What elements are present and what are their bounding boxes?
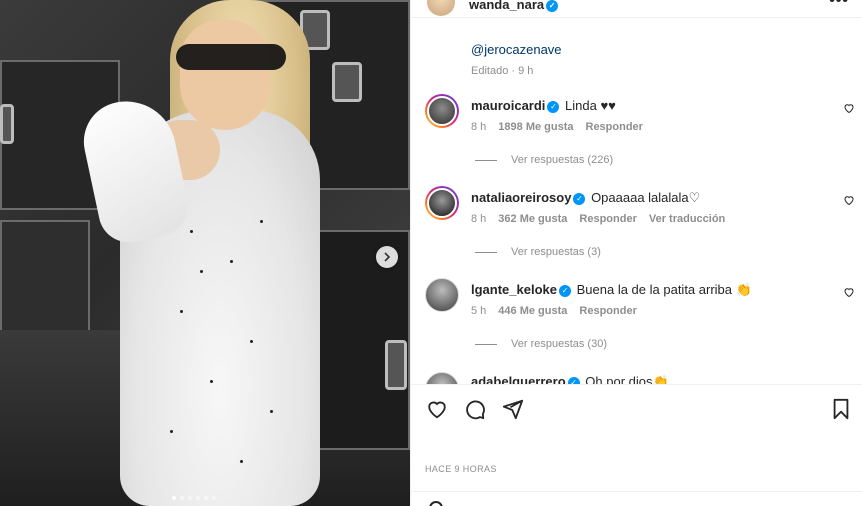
comment-text: Buena la de la patita arriba 👏 (576, 282, 752, 297)
carousel-indicator (172, 496, 216, 500)
caption-edited-time: Editado · 9 h (471, 65, 534, 77)
chevron-right-icon (384, 252, 391, 262)
case-latch (385, 340, 407, 390)
verified-badge-icon: ✓ (573, 192, 586, 205)
commenter-avatar[interactable] (425, 186, 459, 220)
carousel-dot (188, 496, 192, 500)
commenter-avatar[interactable] (425, 372, 459, 384)
verified-badge-icon: ✓ (567, 376, 580, 384)
comment-likes[interactable]: 446 Me gusta (498, 305, 567, 317)
reply-button[interactable]: Responder (579, 305, 636, 317)
caption-mention[interactable]: @jerocazenave (471, 42, 562, 57)
verified-badge-icon: ✓ (559, 284, 571, 297)
carousel-dot (196, 496, 200, 500)
post-header: wanda_nara ✓ ••• (411, 0, 862, 18)
author-name[interactable]: wanda_nara (469, 0, 544, 12)
divider (411, 491, 862, 492)
comment-time: 8 h (471, 121, 487, 133)
comment-time: 5 h (471, 305, 487, 317)
carousel-dot (204, 496, 208, 500)
author-avatar[interactable] (427, 0, 455, 16)
heart-icon[interactable] (843, 102, 855, 117)
author-username[interactable]: wanda_nara ✓ (469, 0, 559, 12)
view-replies-label[interactable]: Ver respuestas (3) (511, 246, 601, 258)
view-replies-button[interactable]: Ver respuestas (3) (475, 246, 601, 258)
commenter-username[interactable]: lgante_keloke (471, 282, 557, 297)
post-actions: HACE 9 HORAS (411, 384, 862, 506)
share-icon[interactable] (501, 397, 525, 421)
view-replies-label[interactable]: Ver respuestas (30) (511, 338, 607, 350)
emoji-icon[interactable] (429, 501, 443, 506)
view-replies-button[interactable]: Ver respuestas (30) (475, 338, 607, 350)
comment-partial: adabelguerrero ✓ Oh por dios👏 (411, 366, 862, 384)
model-face (180, 20, 270, 130)
commenter-username[interactable]: adabelguerrero (471, 374, 566, 384)
case-latch (332, 62, 362, 102)
heart-icon[interactable] (843, 286, 855, 301)
carousel-next-button[interactable] (376, 246, 398, 268)
post-time-ago[interactable]: HACE 9 HORAS (425, 464, 497, 474)
comment-time: 8 h (471, 213, 487, 225)
comment-text: Opaaaaa lalalala♡ (591, 190, 701, 205)
heart-icon[interactable] (843, 194, 855, 209)
comment-meta: 8 h 362 Me gusta Responder Ver traducció… (471, 213, 725, 225)
equipment-case (0, 220, 90, 340)
case-latch (0, 104, 14, 144)
translate-button[interactable]: Ver traducción (649, 213, 725, 225)
comment-icon[interactable] (463, 397, 487, 421)
comment-meta: 5 h 446 Me gusta Responder (471, 305, 637, 317)
verified-badge-icon: ✓ (547, 100, 560, 113)
carousel-dot (172, 496, 176, 500)
view-replies-button[interactable]: Ver respuestas (226) (475, 154, 613, 166)
caption: @jerocazenave Editado · 9 h (471, 42, 562, 77)
comment-likes[interactable]: 1898 Me gusta (498, 121, 573, 133)
more-options-icon[interactable]: ••• (829, 0, 849, 10)
heart-icon[interactable] (425, 397, 449, 421)
verified-badge-icon: ✓ (546, 0, 559, 12)
comment-likes[interactable]: 362 Me gusta (498, 213, 567, 225)
reply-button[interactable]: Responder (579, 213, 636, 225)
comment-text: Linda ♥♥ (565, 98, 616, 113)
carousel-dot (212, 496, 216, 500)
reply-button[interactable]: Responder (586, 121, 643, 133)
comment-text: Oh por dios👏 (585, 374, 669, 384)
view-replies-label[interactable]: Ver respuestas (226) (511, 154, 613, 166)
lace-mask (176, 44, 286, 70)
bookmark-icon[interactable] (829, 397, 853, 421)
comment-meta: 8 h 1898 Me gusta Responder (471, 121, 643, 133)
commenter-avatar[interactable] (425, 94, 459, 128)
post-side-panel: wanda_nara ✓ ••• @jerocazenave Editado · … (410, 0, 862, 506)
carousel-dot (180, 496, 184, 500)
commenter-username[interactable]: mauroicardi (471, 98, 545, 113)
post-photo[interactable] (0, 0, 410, 506)
commenter-avatar[interactable] (425, 278, 459, 312)
commenter-username[interactable]: nataliaoreirosoy (471, 190, 571, 205)
